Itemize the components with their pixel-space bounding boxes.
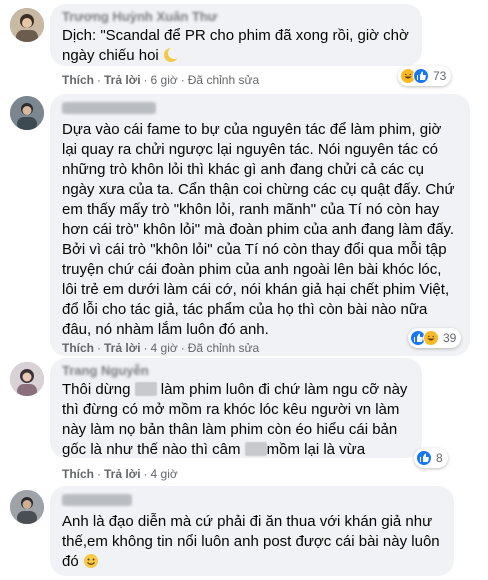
avatar[interactable] [10,490,44,524]
edited-label[interactable]: Đã chỉnh sửa [188,73,259,87]
reaction-count: 39 [443,331,457,345]
like-icon [413,68,429,84]
crescent-moon-emoji [163,47,180,63]
edited-label[interactable]: Đã chỉnh sửa [188,341,259,355]
avatar[interactable] [10,8,44,42]
haha-icon [423,330,439,346]
like-button[interactable]: Thích [62,341,94,355]
reaction-count: 73 [433,69,447,83]
reply-button[interactable]: Trả lời [104,341,141,355]
comment-author[interactable] [62,102,156,114]
reply-button[interactable]: Trả lời [104,73,141,87]
like-button[interactable]: Thích [62,467,94,481]
comment-actions: Thích · Trả lời · 4 giờ [62,467,178,481]
comment-bubble: Anh là đạo diễn mà cứ phải đi ăn thua vớ… [50,486,454,576]
comment-actions: Thích · Trả lời · 6 giờ · Đã chỉnh sửa [62,73,260,87]
comment-author[interactable]: Trang Nguyễn [62,364,410,378]
redacted-text [244,442,267,456]
avatar[interactable] [10,362,44,396]
timestamp[interactable]: 6 giờ [151,73,178,87]
reactions-summary[interactable]: 73 [398,66,452,86]
timestamp[interactable]: 4 giờ [151,467,178,481]
reaction-count: 8 [436,451,443,465]
comment-bubble: Trang Nguyễn Thôi dừng làm phim luôn đi … [50,358,422,458]
comment-bubble: Dựa vào cái fame to bự của nguyên tác để… [50,94,470,356]
timestamp[interactable]: 4 giờ [151,341,178,355]
comment-author[interactable] [62,494,132,506]
comment-text: Dịch: "Scandal để PR cho phim đã xong rồ… [62,27,414,64]
reactions-summary[interactable]: 8 [414,448,448,468]
redacted-text [134,382,157,396]
comment-text: Dựa vào cái fame to bự của nguyên tác để… [62,121,459,338]
reply-button[interactable]: Trả lời [104,467,141,481]
reactions-summary[interactable]: 39 [408,328,462,348]
comment-bubble: Trương Huỳnh Xuân Thư Dịch: "Scandal để … [50,4,422,66]
like-button[interactable]: Thích [62,73,94,87]
like-icon [416,450,432,466]
comment-actions: Thích · Trả lời · 4 giờ · Đã chỉnh sửa [62,341,260,355]
smile-emoji [83,553,99,569]
comment-text: Thôi dừng làm phim luôn đi chứ làm ngu c… [62,381,412,458]
avatar[interactable] [10,96,44,130]
comment-text: Anh là đạo diễn mà cứ phải đi ăn thua vớ… [62,513,444,570]
comment-author[interactable]: Trương Huỳnh Xuân Thư [62,10,410,24]
